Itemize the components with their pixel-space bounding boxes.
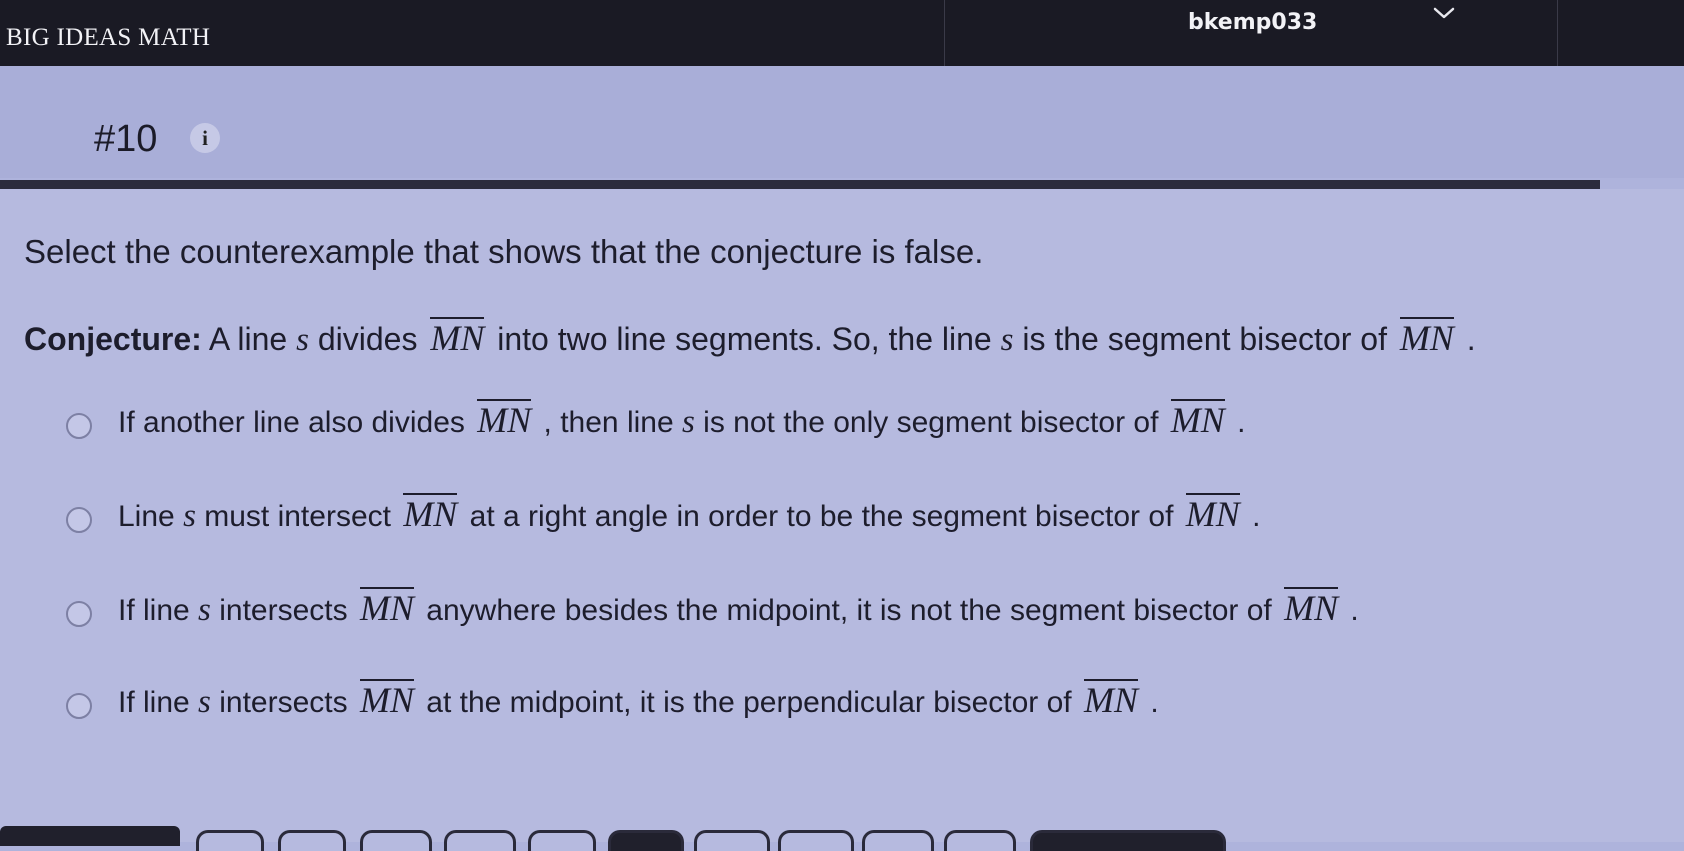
chevron-down-icon[interactable] — [1431, 4, 1457, 22]
top-bar: BIG IDEAS MATH bkemp033 — [0, 0, 1684, 66]
variable-s: s — [296, 322, 309, 358]
segment-mn: MN — [403, 493, 458, 534]
segment-mn: MN — [1170, 399, 1225, 440]
nav-question-button[interactable] — [528, 830, 596, 851]
nav-question-button[interactable] — [944, 830, 1016, 851]
conjecture-text: A line — [201, 321, 297, 357]
segment-mn: MN — [1083, 679, 1138, 720]
nav-question-button[interactable] — [778, 830, 854, 851]
nav-question-button[interactable] — [444, 830, 516, 851]
conjecture-statement: Conjecture: A line s divides MN into two… — [24, 317, 1476, 359]
answer-option-2[interactable]: Line s must intersect MN at a right angl… — [66, 493, 1260, 535]
nav-question-button[interactable] — [694, 830, 770, 851]
option-text: If line s intersects MN at the midpoint,… — [118, 679, 1159, 720]
answer-option-1[interactable]: If another line also divides MN , then l… — [66, 399, 1245, 441]
radio-button[interactable] — [66, 601, 92, 627]
question-navigation — [0, 822, 1684, 851]
question-number: #10 — [94, 118, 158, 160]
segment-mn: MN — [359, 587, 414, 628]
segment-mn: MN — [1185, 493, 1240, 534]
conjecture-label: Conjecture: — [24, 321, 202, 357]
nav-previous-area[interactable] — [0, 826, 180, 846]
question-prompt: Select the counterexample that shows tha… — [24, 233, 984, 270]
option-text: If line s intersects MN anywhere besides… — [118, 587, 1359, 628]
segment-mn: MN — [477, 399, 532, 440]
nav-question-button[interactable] — [360, 830, 432, 851]
nav-question-button[interactable] — [278, 830, 346, 851]
variable-s: s — [198, 684, 211, 720]
variable-s: s — [681, 404, 695, 440]
nav-question-button-current[interactable] — [608, 830, 684, 851]
segment-mn: MN — [430, 317, 485, 358]
nav-next-button[interactable] — [1030, 830, 1226, 851]
variable-s: s — [183, 498, 196, 534]
segment-mn: MN — [359, 679, 414, 720]
info-icon[interactable]: i — [190, 123, 220, 153]
header-divider — [0, 180, 1600, 189]
conjecture-text: . — [1457, 321, 1476, 357]
user-menu[interactable]: bkemp033 — [944, 0, 1558, 66]
question-header: #10 i — [0, 66, 1684, 178]
conjecture-text: divides — [308, 321, 427, 357]
option-text: Line s must intersect MN at a right angl… — [118, 493, 1261, 534]
conjecture-text: into two line segments. So, the line — [488, 321, 1001, 357]
nav-question-button[interactable] — [862, 830, 934, 851]
radio-button[interactable] — [66, 693, 92, 719]
option-text: If another line also divides MN , then l… — [118, 399, 1246, 440]
conjecture-text: is the segment bisector of — [1013, 321, 1396, 357]
segment-mn: MN — [1284, 587, 1339, 628]
question-content: Select the counterexample that shows tha… — [0, 189, 1684, 842]
variable-s: s — [1000, 322, 1014, 358]
brand-logo-text: BIG IDEAS MATH — [6, 24, 211, 51]
radio-button[interactable] — [66, 413, 92, 439]
nav-question-button[interactable] — [196, 830, 264, 851]
answer-option-3[interactable]: If line s intersects MN anywhere besides… — [66, 587, 1359, 629]
username-label: bkemp033 — [1188, 10, 1318, 35]
segment-mn: MN — [1399, 317, 1454, 358]
answer-option-4[interactable]: If line s intersects MN at the midpoint,… — [66, 679, 1159, 721]
radio-button[interactable] — [66, 507, 92, 533]
variable-s: s — [198, 592, 211, 628]
